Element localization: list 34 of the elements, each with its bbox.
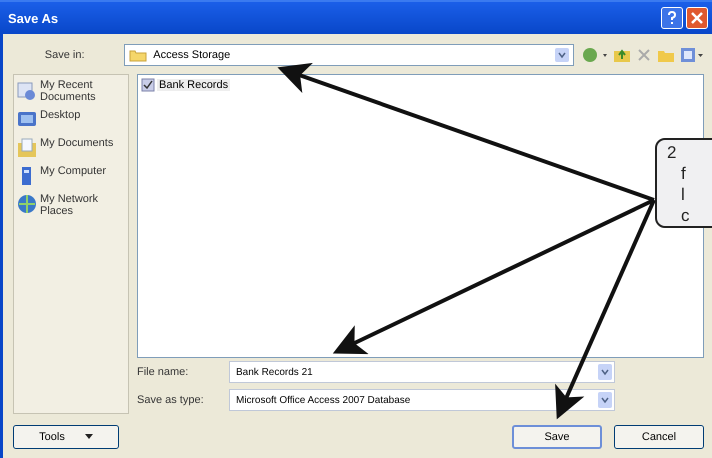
- places-item[interactable]: My Computer: [16, 165, 126, 187]
- file-name-label: File name:: [137, 366, 190, 378]
- views-icon: [680, 47, 704, 63]
- places-item[interactable]: Desktop: [16, 109, 126, 131]
- places-item[interactable]: My Network Places: [16, 193, 126, 217]
- file-name: Bank Records: [157, 79, 230, 91]
- save-in-value: Access Storage: [153, 49, 232, 61]
- callout-text: f: [680, 163, 687, 184]
- save-in-label: Save in:: [44, 49, 86, 61]
- callout-text: c: [680, 205, 690, 226]
- back-icon: [582, 46, 608, 64]
- caret-icon: [84, 434, 93, 440]
- window-title: Save As: [8, 10, 58, 26]
- places-item[interactable]: My Documents: [16, 137, 126, 159]
- folder-icon: [16, 137, 38, 159]
- places-item[interactable]: My Recent Documents: [16, 79, 126, 103]
- folder-icon: [129, 48, 148, 62]
- network-icon: [16, 193, 38, 215]
- save-in-dropdown[interactable]: Access Storage: [124, 44, 574, 66]
- file-name-field[interactable]: Bank Records 21: [229, 361, 615, 383]
- save-as-type-field[interactable]: Microsoft Office Access 2007 Database: [229, 389, 615, 411]
- close-button[interactable]: [686, 7, 708, 29]
- tools-button[interactable]: Tools: [13, 425, 119, 449]
- delete-icon: [636, 47, 652, 63]
- file-item[interactable]: Bank Records: [141, 78, 230, 92]
- help-button[interactable]: [661, 7, 683, 29]
- callout-text: l: [680, 184, 686, 205]
- question-icon: [666, 11, 678, 25]
- cancel-button[interactable]: Cancel: [614, 425, 704, 449]
- callout-text: 2: [667, 142, 678, 163]
- up-folder-icon: [613, 47, 631, 63]
- save-as-type-label: Save as type:: [137, 394, 205, 406]
- close-icon: [691, 12, 703, 24]
- save-button[interactable]: Save: [512, 425, 602, 449]
